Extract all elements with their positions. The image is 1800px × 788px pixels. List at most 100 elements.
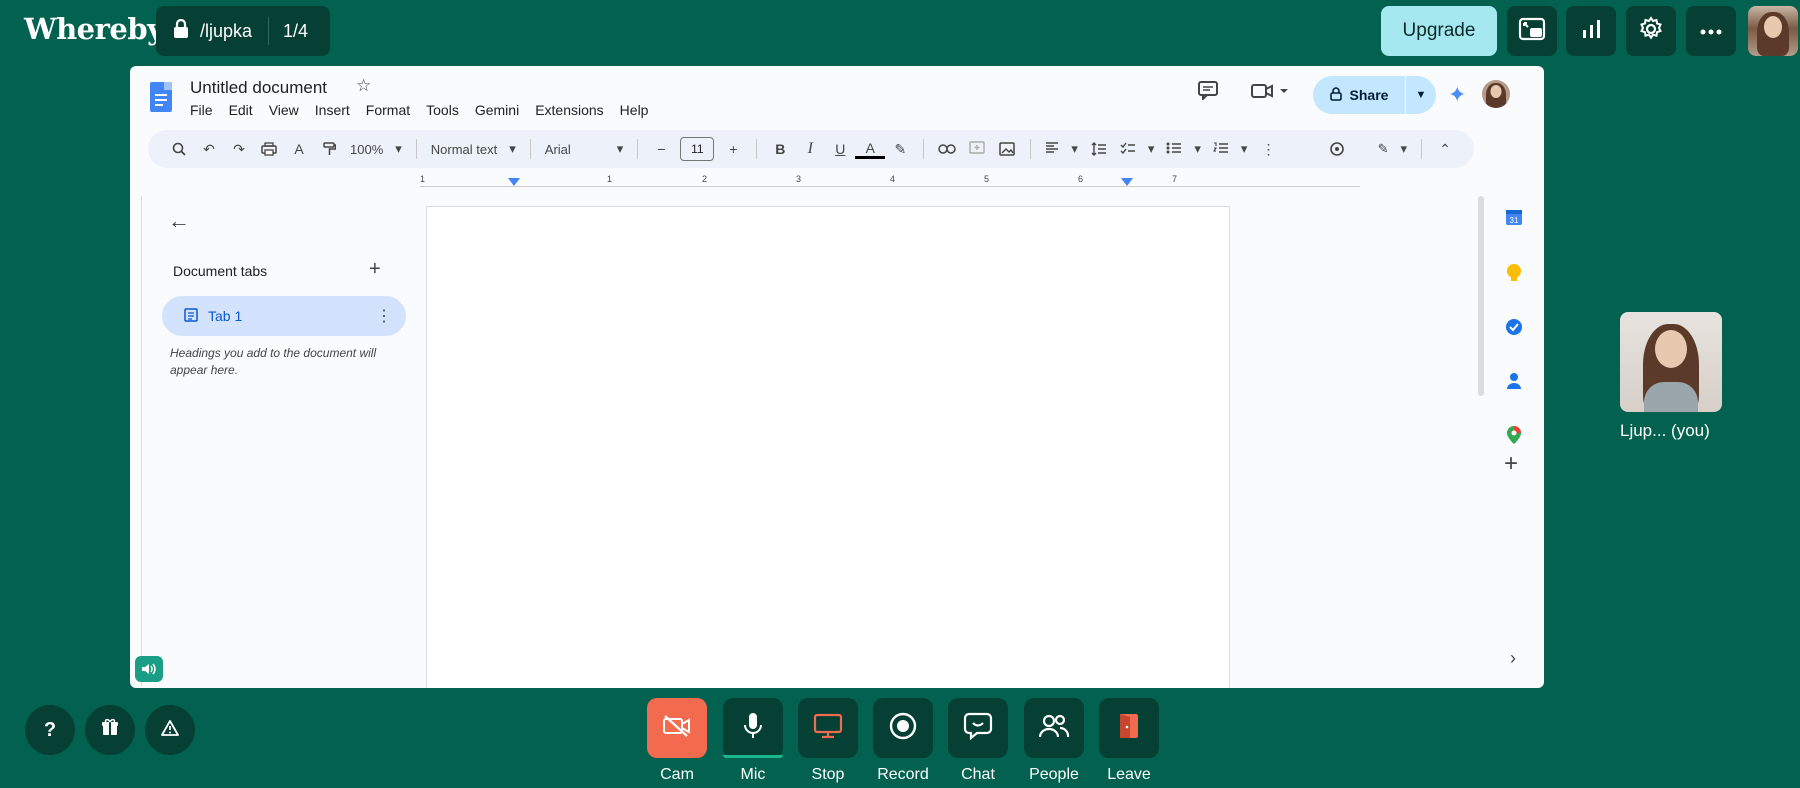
people-control[interactable]: People (1024, 698, 1084, 784)
cam-label: Cam (660, 766, 694, 783)
mic-button[interactable] (723, 698, 783, 758)
stats-button[interactable] (1566, 6, 1616, 56)
people-icon (1038, 713, 1070, 744)
increase-font-size-icon[interactable]: + (718, 135, 748, 163)
redo-icon[interactable]: ↷ (224, 135, 254, 163)
menu-help[interactable]: Help (620, 102, 649, 118)
bulleted-list-select[interactable]: ▾ (1160, 141, 1207, 157)
font-size-input[interactable]: 11 (680, 137, 715, 161)
spellcheck-icon[interactable]: A (284, 135, 314, 163)
style-select[interactable]: Normal text ▾ (425, 141, 522, 157)
keep-icon[interactable] (1503, 262, 1525, 284)
tab-options-icon[interactable]: ⋮ (376, 306, 392, 326)
chevron-right-icon[interactable]: › (1510, 648, 1516, 669)
zoom-select[interactable]: 100% ▾ (344, 141, 408, 157)
get-addons-icon[interactable]: + (1504, 450, 1518, 478)
link-icon[interactable] (932, 135, 962, 163)
insert-image-icon[interactable] (992, 135, 1022, 163)
tab-1[interactable]: Tab 1 ⋮ (162, 296, 406, 336)
refresh-icon[interactable] (1322, 135, 1352, 163)
chat-control[interactable]: Chat (948, 698, 1008, 784)
right-indent-marker[interactable] (1121, 178, 1133, 186)
checklist-select[interactable]: ▾ (1114, 141, 1161, 157)
more-vertical-icon[interactable]: ⋮ (1253, 135, 1283, 163)
gemini-icon[interactable]: ✦ (1448, 82, 1466, 108)
bold-icon[interactable]: B (765, 135, 795, 163)
back-arrow-icon[interactable]: ← (168, 208, 190, 234)
menu-edit[interactable]: Edit (229, 102, 253, 118)
document-page[interactable] (426, 206, 1230, 688)
divider (756, 139, 758, 159)
picture-in-picture-button[interactable] (1507, 6, 1557, 56)
speaker-icon[interactable] (135, 656, 163, 682)
text-color-icon[interactable]: A (855, 139, 886, 159)
menu-tools[interactable]: Tools (426, 102, 459, 118)
leave-control[interactable]: Leave (1099, 698, 1159, 784)
ruler-number: 7 (1172, 174, 1178, 184)
ruler-number: 2 (702, 174, 708, 184)
cam-control[interactable]: Cam (647, 698, 707, 784)
comment-icon[interactable] (1197, 80, 1219, 105)
lock-icon (172, 18, 190, 44)
upgrade-button[interactable]: Upgrade (1381, 6, 1497, 56)
align-select[interactable]: ▾ (1039, 141, 1084, 157)
decrease-font-size-icon[interactable]: − (646, 135, 676, 163)
contacts-icon[interactable] (1503, 370, 1525, 392)
chat-bubble-icon (963, 712, 993, 745)
highlight-icon[interactable]: ✎ (885, 135, 915, 163)
stop-button[interactable] (798, 698, 858, 758)
menu-format[interactable]: Format (366, 102, 410, 118)
stop-share-control[interactable]: Stop (798, 698, 858, 784)
leave-label: Leave (1107, 766, 1151, 783)
user-avatar[interactable] (1748, 6, 1798, 56)
people-button[interactable] (1024, 698, 1084, 758)
tasks-icon[interactable] (1503, 316, 1525, 338)
share-button[interactable]: Share (1313, 76, 1405, 114)
record-control[interactable]: Record (873, 698, 933, 784)
help-button[interactable]: ? (25, 705, 75, 755)
menu-file[interactable]: File (190, 102, 213, 118)
search-icon[interactable] (164, 135, 194, 163)
more-options-button[interactable] (1686, 6, 1736, 56)
italic-icon[interactable]: I (795, 135, 825, 163)
menu-insert[interactable]: Insert (315, 102, 350, 118)
maps-icon[interactable] (1503, 424, 1525, 446)
doc-user-avatar[interactable] (1482, 80, 1510, 108)
star-icon[interactable]: ☆ (356, 76, 371, 96)
share-dropdown-button[interactable]: ▼ (1406, 76, 1436, 114)
self-video-tile[interactable] (1620, 312, 1722, 412)
meet-video-icon[interactable] (1250, 82, 1290, 105)
indent-marker[interactable] (508, 178, 520, 186)
add-comment-icon[interactable] (962, 135, 992, 163)
print-icon[interactable] (254, 135, 284, 163)
room-info-pill[interactable]: /ljupka 1/4 (156, 6, 330, 56)
settings-button[interactable] (1626, 6, 1676, 56)
record-button[interactable] (873, 698, 933, 758)
add-tab-icon[interactable]: + (369, 258, 381, 281)
font-select[interactable]: Arial ▾ (539, 141, 630, 157)
collapse-toolbar-icon[interactable]: ⌃ (1430, 135, 1460, 163)
mic-control[interactable]: Mic (723, 698, 783, 784)
line-spacing-icon[interactable] (1084, 135, 1114, 163)
doc-title[interactable]: Untitled document (190, 78, 327, 98)
calendar-icon[interactable]: 31 (1503, 206, 1525, 228)
dropdown-icon: ▾ (616, 141, 624, 156)
docs-logo-icon (150, 82, 172, 112)
paint-format-icon[interactable] (314, 135, 344, 163)
editing-mode-select[interactable]: ✎ ▾ (1372, 141, 1413, 157)
leave-button[interactable] (1099, 698, 1159, 758)
gift-button[interactable] (85, 705, 135, 755)
room-name: /ljupka (200, 20, 253, 41)
numbered-list-select[interactable]: ▾ (1207, 141, 1254, 157)
undo-icon[interactable]: ↶ (194, 135, 224, 163)
cam-button[interactable] (647, 698, 707, 758)
report-issue-button[interactable] (145, 705, 195, 755)
underline-icon[interactable]: U (825, 135, 855, 163)
ruler-number: 4 (890, 174, 896, 184)
scrollbar[interactable] (1478, 196, 1484, 396)
menu-gemini[interactable]: Gemini (475, 102, 519, 118)
menu-extensions[interactable]: Extensions (535, 102, 603, 118)
chat-button[interactable] (948, 698, 1008, 758)
dropdown-icon: ▾ (1400, 141, 1407, 156)
menu-view[interactable]: View (269, 102, 299, 118)
